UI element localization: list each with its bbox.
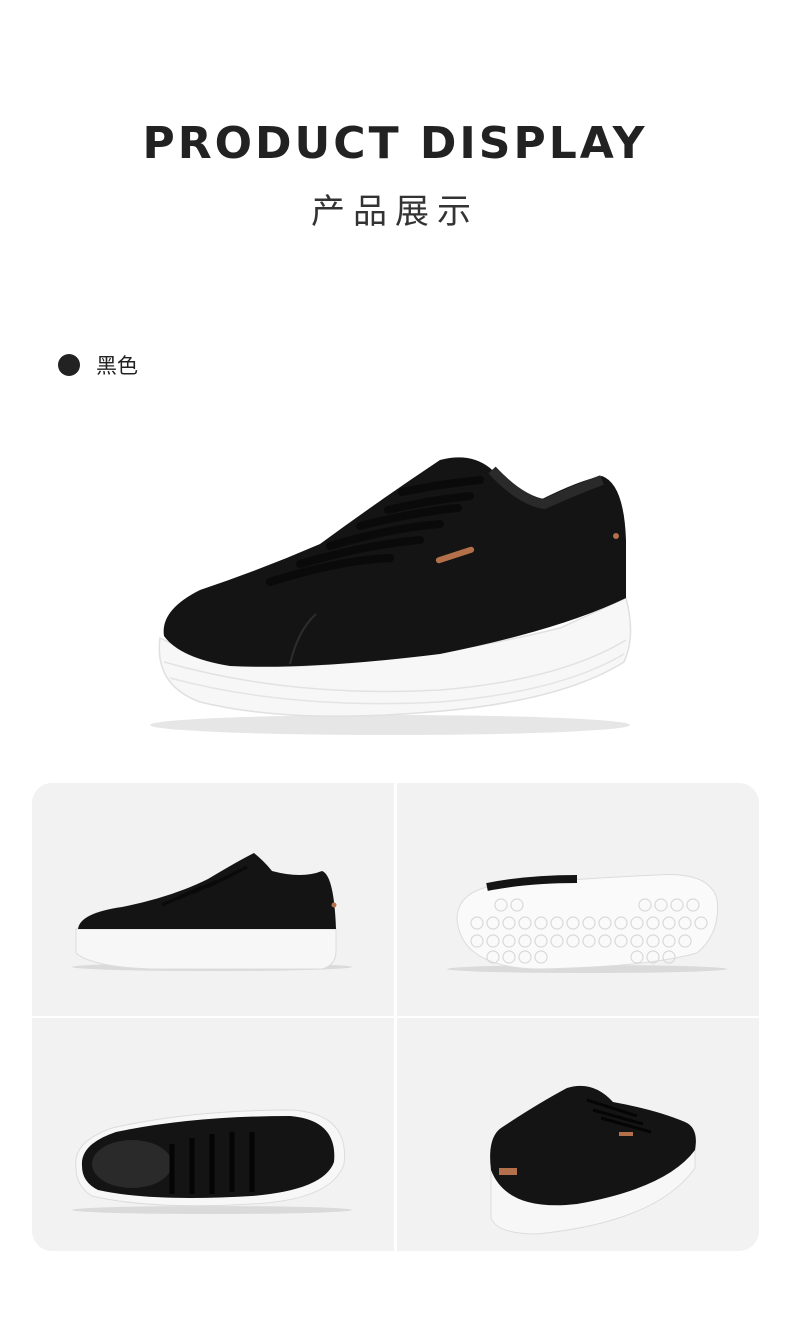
page-title: PRODUCT DISPLAY [142,118,648,169]
color-label: 黑色 [96,354,138,378]
shoe-back-view-icon [490,1085,696,1235]
side-view-panel[interactable] [32,783,394,1016]
color-option[interactable]: 黑色 [58,350,138,380]
shoe-side-view-icon [72,853,352,971]
color-swatch[interactable] [58,354,80,376]
back-view-panel[interactable] [397,1018,759,1251]
product-view-grid [32,783,759,1251]
page-subtitle: 产品展示 [311,192,479,232]
sole-view-panel[interactable] [397,783,759,1016]
shoe-sole-view-icon [447,874,727,973]
shoe-top-view-icon [72,1109,352,1214]
hero-shoe-image [150,457,632,735]
top-view-panel[interactable] [32,1018,394,1251]
